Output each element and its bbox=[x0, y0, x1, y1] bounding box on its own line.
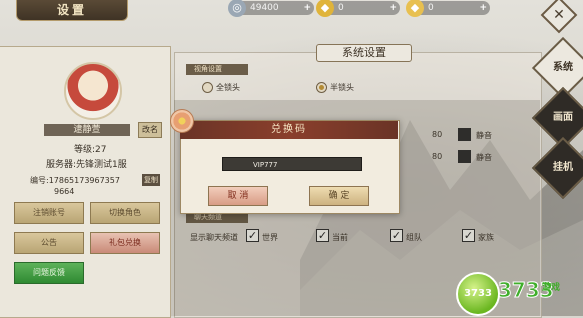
gold-ingot-counter: ◆ 0 + bbox=[316, 0, 400, 17]
gold-ingot-icon: ◆ bbox=[316, 0, 334, 17]
logout-button[interactable]: 注销账号 bbox=[14, 202, 84, 224]
bound-gold-counter: ◆ 0 + bbox=[406, 0, 490, 17]
plum-blossom-icon bbox=[170, 109, 194, 133]
copy-id-button[interactable]: 复制 bbox=[142, 174, 160, 186]
camera-option-half-radio[interactable] bbox=[316, 82, 327, 93]
gold-ingot-bound-icon: ◆ bbox=[406, 0, 424, 17]
silver-coin-counter: ◎ 49400 + bbox=[228, 0, 314, 17]
camera-section-label: 视角设置 bbox=[186, 64, 248, 75]
notice-button[interactable]: 公告 bbox=[14, 232, 84, 254]
add-bound-gold-button[interactable]: + bbox=[479, 1, 487, 15]
avatar[interactable] bbox=[64, 62, 122, 120]
add-silver-button[interactable]: + bbox=[303, 1, 311, 15]
watermark-ball-icon: 3733 bbox=[456, 272, 500, 316]
switch-role-button[interactable]: 切换角色 bbox=[90, 202, 160, 224]
feedback-button[interactable]: 问题反馈 bbox=[14, 262, 84, 284]
redeem-dialog-title: 兑换码 bbox=[180, 121, 398, 139]
camera-option-full-radio[interactable] bbox=[202, 82, 213, 93]
camera-option-half-label: 半锁头 bbox=[330, 83, 354, 92]
player-server: 服务器:先锋测试1服 bbox=[46, 160, 127, 170]
silver-coin-icon: ◎ bbox=[228, 0, 246, 17]
rename-button[interactable]: 改名 bbox=[138, 122, 162, 138]
player-id-cont: 9664 bbox=[54, 187, 75, 196]
gift-code-button[interactable]: 礼包兑换 bbox=[90, 232, 160, 254]
close-icon: ✕ bbox=[553, 6, 565, 23]
confirm-button[interactable]: 确 定 bbox=[309, 186, 369, 206]
add-gold-button[interactable]: + bbox=[389, 1, 397, 15]
player-name: 逮静萱 bbox=[44, 124, 130, 136]
settings-title: 系统设置 bbox=[316, 44, 412, 62]
site-watermark-logo: 3733 3733 游戏 bbox=[456, 270, 580, 316]
page-title: 设置 bbox=[16, 0, 128, 21]
player-id: 编号:17865173967357 bbox=[30, 176, 120, 185]
camera-option-full-label: 全锁头 bbox=[216, 83, 240, 92]
redeem-code-input[interactable]: VIP777 bbox=[222, 157, 362, 171]
cancel-button[interactable]: 取 消 bbox=[208, 186, 268, 206]
player-level: 等级:27 bbox=[74, 145, 107, 155]
